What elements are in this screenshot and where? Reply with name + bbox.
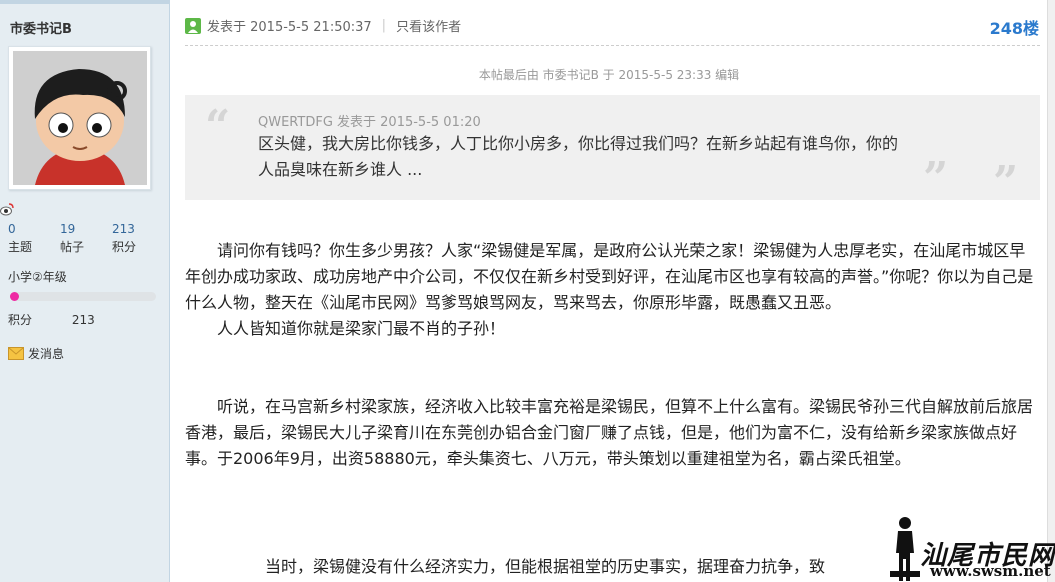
avatar-cartoon-icon (13, 51, 147, 185)
stat-threads[interactable]: 0 主题 (8, 220, 60, 256)
quote-text: 区头健，我大房比你钱多，人丁比你小房多，你比得过我们吗？在新乡站起有谁鸟你，你的… (258, 134, 899, 179)
stat-posts-value: 19 (60, 222, 76, 236)
credit-value: 213 (71, 313, 95, 327)
stat-posts[interactable]: 19 帖子 (60, 220, 112, 256)
online-status-icon (185, 17, 201, 34)
post-content: 发表于 2015-5-5 21:50:37 | 只看该作者 248楼 本帖最后由… (171, 0, 1047, 582)
stat-posts-label: 帖子 (60, 240, 85, 254)
floor-number[interactable]: 248楼 (990, 15, 1039, 39)
edited-note: 本帖最后由 市委书记B 于 2015-5-5 23:33 编辑 (478, 68, 740, 82)
quote-open-mark-icon: “ (205, 101, 231, 152)
quote-author: QWERTDFG 发表于 2015-5-5 01:20 (258, 115, 481, 130)
meta-separator: | (381, 18, 387, 33)
envelope-icon (8, 347, 24, 360)
stat-threads-value: 0 (8, 222, 16, 236)
send-message-label: 发消息 (28, 347, 65, 361)
header-divider (185, 45, 1040, 46)
author-name[interactable]: 市委书记B (10, 18, 72, 37)
credit-row: 积分 213 (8, 311, 95, 328)
quote-block: “ QWERTDFG 发表于 2015-5-5 01:20 区头健，我大房比你钱… (185, 95, 1040, 208)
stat-credits-value: 213 (112, 222, 135, 236)
post-paragraph: 听说，在马宫新乡村梁家族，经济收入比较丰富充裕是梁锡民，但算不上什么富有。梁锡民… (185, 397, 1034, 468)
credit-label: 积分 (8, 313, 33, 327)
post-paragraph: 人人皆知道你就是梁家门最不肖的子孙！ (217, 319, 506, 338)
post-meta: 发表于 2015-5-5 21:50:37 | 只看该作者 (185, 16, 461, 35)
weibo-icon[interactable] (0, 202, 14, 216)
level-progress-fill (10, 292, 19, 301)
stat-credits[interactable]: 213 积分 (112, 220, 164, 256)
sidebar-top-border (0, 0, 170, 4)
level-progress-bar (10, 292, 156, 301)
send-message-link[interactable]: 发消息 (8, 345, 64, 362)
forum-post-page: 市委书记B 0 主题 19 帖子 213 积分 小学②年级 积分 213 发消息… (0, 0, 1055, 582)
user-level[interactable]: 小学②年级 (8, 268, 67, 285)
avatar[interactable] (8, 46, 151, 190)
stat-credits-label: 积分 (112, 240, 137, 254)
page-scrollbar[interactable] (1047, 0, 1055, 582)
quote-close-mark-icon: ” (923, 153, 949, 204)
quote-close-mark-icon: ” (993, 157, 1019, 208)
post-paragraph: 请问你有钱吗？你生多少男孩？人家“梁锡健是军属，是政府公认光荣之家！梁锡健为人忠… (185, 241, 1034, 312)
stat-threads-label: 主题 (8, 240, 33, 254)
author-stats: 0 主题 19 帖子 213 积分 (8, 220, 164, 256)
watermark-url: www.swsm.net (930, 562, 1051, 580)
post-timestamp: 发表于 2015-5-5 21:50:37 (207, 20, 372, 35)
post-body: 请问你有钱吗？你生多少男孩？人家“梁锡健是军属，是政府公认光荣之家！梁锡健为人忠… (185, 238, 1035, 472)
author-sidebar: 市委书记B 0 主题 19 帖子 213 积分 小学②年级 积分 213 发消息 (0, 0, 170, 582)
only-author-link[interactable]: 只看该作者 (396, 16, 461, 35)
